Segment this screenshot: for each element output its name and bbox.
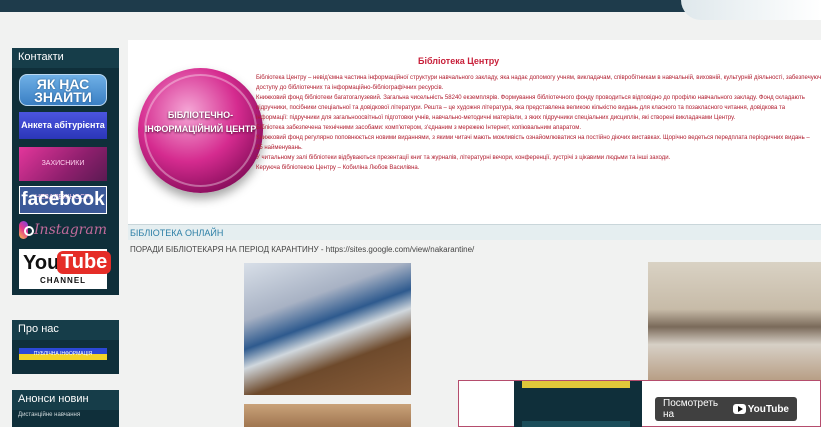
instagram-icon	[19, 221, 35, 239]
banner-line: Книжковий фонд регулярно поповнюється но…	[256, 135, 810, 141]
banner-line: Книжковий фонд бібліотеки багатогалузеви…	[256, 95, 805, 101]
defenders-banner-link[interactable]: ЗАХИСНИКИ НЕЗАЛЕЖНОСТІ	[19, 147, 107, 201]
library-photo-shelves	[244, 263, 411, 395]
about-body: ПУБЛІЧНА ІНФОРМАЦІЯ	[12, 340, 119, 374]
sidebar-about: Про нас ПУБЛІЧНА ІНФОРМАЦІЯ	[12, 320, 119, 374]
youtube-tube-text: Tube	[57, 251, 112, 274]
youtube-you-text: You	[23, 252, 60, 274]
instagram-label: Instagram	[34, 222, 107, 238]
video-thumbnail-strip	[522, 421, 630, 427]
banner-line: Бібліотека Центру – невід'ємна частина і…	[256, 75, 821, 81]
youtube-channel-text: CHANNEL	[39, 276, 87, 285]
banner-line: Бібліотека забезпечена технічними засоба…	[256, 125, 582, 131]
sidebar-contacts: Контакти ЯК НАС ЗНАЙТИ Анкета абітурієнт…	[12, 48, 119, 295]
facebook-link[interactable]: facebook	[19, 186, 107, 214]
video-thumbnail-sidebar	[514, 381, 642, 427]
logo-text: БІБЛІОТЕЧНО-ІНФОРМАЦІЙНИЙ ЦЕНТР	[144, 110, 257, 134]
contacts-heading: Контакти	[12, 48, 119, 68]
banner-line: У читальному залі бібліотеки відбуваютьс…	[256, 155, 671, 161]
contacts-body: ЯК НАС ЗНАЙТИ Анкета абітурієнта ЗАХИСНИ…	[12, 68, 119, 295]
watch-on-youtube-button[interactable]: Посмотреть на YouTube	[655, 397, 797, 421]
banner-line: 25 найменувань.	[256, 145, 303, 151]
news-item[interactable]: Дистанційне навчання	[12, 410, 119, 427]
instagram-link[interactable]: Instagram	[19, 219, 107, 241]
anketa-button[interactable]: Анкета абітурієнта	[19, 112, 107, 139]
library-photo-exhibition	[648, 262, 821, 380]
public-info-button[interactable]: ПУБЛІЧНА ІНФОРМАЦІЯ	[19, 348, 107, 360]
sidebar-news: Анонси новин Дистанційне навчання	[12, 390, 119, 427]
quarantine-tips-link[interactable]: ПОРАДИ БІБЛІОТЕКАРЯ НА ПЕРІОД КАРАНТИНУ …	[130, 245, 474, 254]
watch-on-label: Посмотреть на	[663, 398, 719, 420]
banner-line: Керуюча бібліотекою Центру – Кобиліна Лю…	[256, 165, 420, 171]
banner-line: інформації: підручники для загальноосвіт…	[256, 115, 736, 121]
youtube-wordmark: YouTube	[747, 403, 789, 415]
about-heading: Про нас	[12, 320, 119, 340]
library-banner: БІБЛІОТЕЧНО-ІНФОРМАЦІЙНИЙ ЦЕНТР Бібліоте…	[128, 40, 821, 225]
news-heading: Анонси новин	[12, 390, 119, 410]
video-thumbnail-strip	[522, 381, 630, 388]
youtube-channel-link[interactable]: You Tube CHANNEL	[19, 249, 112, 289]
find-us-button[interactable]: ЯК НАС ЗНАЙТИ	[19, 74, 107, 106]
banner-text: Бібліотека Центру – невід'ємна частина і…	[256, 73, 821, 173]
library-logo: БІБЛІОТЕЧНО-ІНФОРМАЦІЙНИЙ ЦЕНТР	[138, 68, 263, 193]
banner-title: Бібліотека Центру	[418, 56, 500, 66]
library-photo-bottom	[244, 404, 411, 427]
embedded-video[interactable]: Посмотреть на YouTube	[458, 380, 821, 427]
library-online-link[interactable]: БІБЛІОТЕКА ОНЛАЙН	[128, 224, 821, 240]
youtube-play-icon	[732, 404, 746, 414]
top-bar-decoration	[681, 0, 821, 20]
banner-line: підручники, посібники спеціальної та дов…	[256, 105, 786, 111]
banner-line: доступу до бібліотечних та інформаційно-…	[256, 85, 444, 91]
